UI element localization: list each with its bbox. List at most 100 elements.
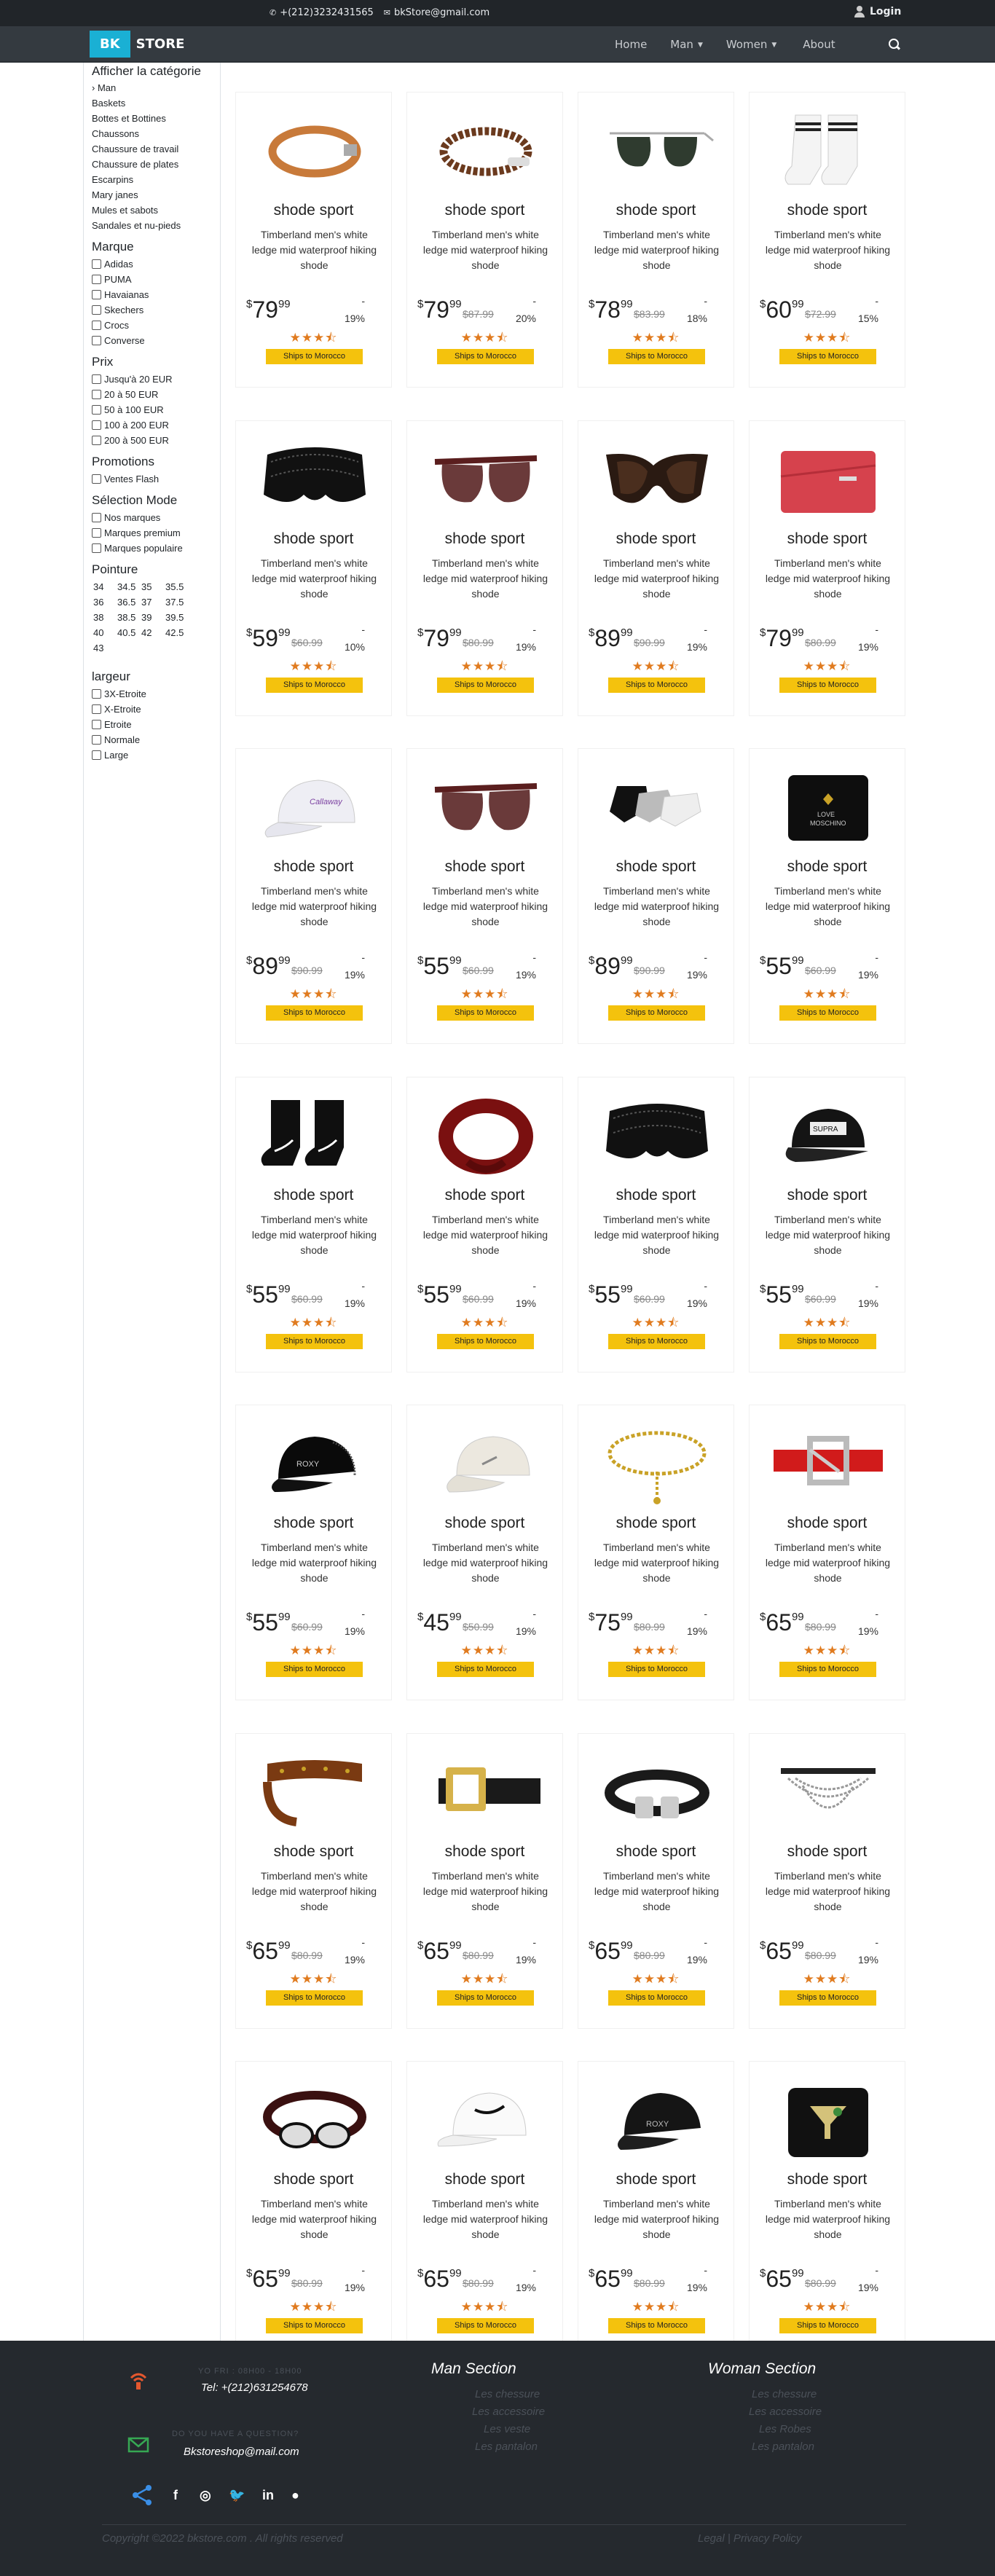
width-filter-checkbox-row[interactable]: Etroite [92, 717, 217, 732]
checkbox[interactable] [92, 543, 101, 553]
category-link[interactable]: Escarpins [92, 172, 217, 187]
product-title[interactable]: shode sport [578, 1843, 734, 1861]
twitter-icon[interactable]: 🐦 [229, 2488, 245, 2503]
product-card[interactable]: ROXY shode sport Timberland men's white le… [235, 1405, 392, 1700]
size-option[interactable]: 35.5 [165, 579, 189, 594]
phone-contact[interactable]: ✆ +(212)3232431565 [270, 7, 374, 18]
price-filter-checkbox-row[interactable]: 20 à 50 EUR [92, 387, 217, 402]
product-card[interactable]: shode sport Timberland men's white ledge … [578, 1733, 734, 2029]
gold-buckle-belt-icon[interactable] [422, 1746, 549, 1840]
brown-sunglasses-icon[interactable] [422, 433, 549, 527]
product-card[interactable]: shode sport Timberland men's white ledge … [235, 2061, 392, 2357]
double-buckle-belt-icon[interactable] [593, 1746, 720, 1840]
black-wallet-icon[interactable]: LOVE MOSCHINO [764, 761, 892, 855]
facebook-icon[interactable]: f [173, 2488, 178, 2503]
checkbox[interactable] [92, 259, 101, 269]
mode-filter-checkbox-row[interactable]: Nos marques [92, 510, 217, 525]
lace-shawl-icon[interactable] [593, 1089, 720, 1184]
product-card[interactable]: shode sport Timberland men's white ledge … [406, 2061, 563, 2357]
nav-man-dropdown[interactable]: Man ▼ [670, 38, 703, 51]
width-filter-checkbox-row[interactable]: X-Etroite [92, 702, 217, 717]
size-option[interactable]: 34.5 [117, 579, 141, 594]
nav-about[interactable]: About [803, 38, 835, 51]
footer-phone[interactable]: Tel: +(212)631254678 [201, 2381, 308, 2394]
man-section-link[interactable]: Les pantalon [475, 2440, 538, 2453]
product-card[interactable]: shode sport Timberland men's white ledge … [578, 1077, 734, 1373]
size-option[interactable]: 39.5 [165, 610, 189, 625]
brand-filter-checkbox-row[interactable]: Converse [92, 333, 217, 348]
size-option[interactable]: 43 [93, 640, 117, 656]
woman-section-link[interactable]: Les chessure [752, 2388, 817, 2400]
checkbox[interactable] [92, 750, 101, 760]
checkbox[interactable] [92, 689, 101, 699]
white-cap-icon[interactable]: Callaway [251, 761, 378, 855]
man-section-link[interactable]: Les veste [484, 2423, 530, 2435]
category-link[interactable]: Mary janes [92, 187, 217, 203]
product-title[interactable]: shode sport [750, 202, 905, 219]
product-card[interactable]: shode sport Timberland men's white ledge … [235, 1077, 392, 1373]
product-title[interactable]: shode sport [407, 1843, 562, 1861]
email-contact[interactable]: ✉ bkStore@gmail.com [384, 7, 489, 18]
product-card[interactable]: shode sport Timberland men's white ledge … [578, 420, 734, 716]
checkbox[interactable] [92, 275, 101, 284]
checkbox[interactable] [92, 420, 101, 430]
width-filter-checkbox-row[interactable]: 3X-Etroite [92, 686, 217, 702]
product-card[interactable]: SUPRA shode sport Timberland men's white l… [749, 1077, 905, 1373]
product-title[interactable]: shode sport [750, 2171, 905, 2188]
width-filter-checkbox-row[interactable]: Normale [92, 732, 217, 747]
checkbox[interactable] [92, 474, 101, 484]
product-title[interactable]: shode sport [578, 530, 734, 548]
man-section-link[interactable]: Les accessoire [472, 2406, 545, 2418]
category-link[interactable]: Chaussure de plates [92, 157, 217, 172]
category-link[interactable]: Mules et sabots [92, 203, 217, 218]
red-clutch-icon[interactable] [764, 433, 892, 527]
size-option[interactable]: 42.5 [165, 625, 189, 640]
man-section-link[interactable]: Les chessure [475, 2388, 540, 2400]
product-title[interactable]: shode sport [578, 858, 734, 876]
product-title[interactable]: shode sport [236, 1843, 391, 1861]
width-filter-checkbox-row[interactable]: Large [92, 747, 217, 763]
product-card[interactable]: shode sport Timberland men's white ledge … [749, 420, 905, 716]
checkbox[interactable] [92, 436, 101, 445]
size-option[interactable]: 38.5 [117, 610, 141, 625]
linkedin-icon[interactable]: in [262, 2488, 274, 2503]
product-card[interactable]: shode sport Timberland men's white ledge … [406, 1733, 563, 2029]
checkbox[interactable] [92, 720, 101, 729]
red-belt-icon[interactable] [764, 1417, 892, 1512]
product-card[interactable]: shode sport Timberland men's white ledge … [235, 1733, 392, 2029]
product-card[interactable]: shode sport Timberland men's white ledge … [578, 92, 734, 388]
brand-filter-checkbox-row[interactable]: Crocs [92, 318, 217, 333]
braided-bracelet-icon[interactable] [422, 104, 549, 199]
cat-eye-sunglasses-icon[interactable] [593, 433, 720, 527]
checkbox[interactable] [92, 513, 101, 522]
product-card[interactable]: shode sport Timberland men's white ledge … [235, 420, 392, 716]
product-title[interactable]: shode sport [407, 2171, 562, 2188]
product-title[interactable]: shode sport [236, 202, 391, 219]
mode-filter-checkbox-row[interactable]: Marques populaire [92, 541, 217, 556]
ankle-socks-icon[interactable] [593, 761, 720, 855]
chain-harness-icon[interactable] [764, 1746, 892, 1840]
bow-belt-icon[interactable] [251, 2073, 378, 2168]
red-headband-icon[interactable] [422, 1089, 549, 1184]
category-link[interactable]: Baskets [92, 95, 217, 111]
product-title[interactable]: shode sport [578, 2171, 734, 2188]
product-title[interactable]: shode sport [236, 530, 391, 548]
product-title[interactable]: shode sport [578, 202, 734, 219]
woman-section-link[interactable]: Les Robes [759, 2423, 811, 2435]
checkbox[interactable] [92, 390, 101, 399]
brown-sunglasses-icon[interactable] [422, 761, 549, 855]
product-card[interactable]: shode sport Timberland men's white ledge … [749, 92, 905, 388]
checkbox[interactable] [92, 735, 101, 745]
product-card[interactable]: shode sport Timberland men's white ledge … [406, 1405, 563, 1700]
beaded-pouch-icon[interactable] [764, 2073, 892, 2168]
white-nike-cap-icon[interactable] [422, 2073, 549, 2168]
size-option[interactable]: 39 [141, 610, 165, 625]
checkbox[interactable] [92, 528, 101, 538]
product-title[interactable]: shode sport [407, 530, 562, 548]
product-title[interactable]: shode sport [407, 1515, 562, 1532]
product-title[interactable]: shode sport [578, 1187, 734, 1204]
product-card[interactable]: LOVE MOSCHINO shode sport Timberland men's … [749, 748, 905, 1044]
brand-filter-checkbox-row[interactable]: PUMA [92, 272, 217, 287]
product-title[interactable]: shode sport [236, 2171, 391, 2188]
product-title[interactable]: shode sport [407, 858, 562, 876]
